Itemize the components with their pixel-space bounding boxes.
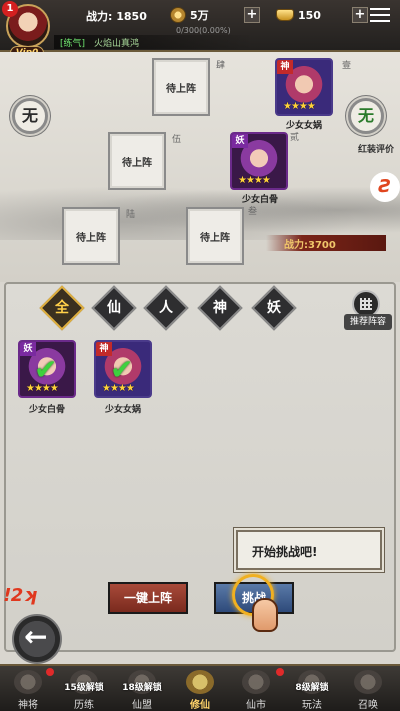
roster-hero-1[interactable]: 妖 ★★★★ ✔ — [18, 340, 76, 398]
roster-panel — [4, 282, 396, 652]
market-icon — [242, 670, 270, 694]
menu-icon — [370, 8, 390, 10]
nav-heroes-dot — [46, 668, 54, 676]
recommend-lineup-button[interactable]: 推荐阵容 — [344, 290, 392, 334]
nav-summon[interactable]: 召唤 — [340, 666, 396, 711]
filter-demon-label: 妖 — [267, 300, 281, 316]
nav-label: 修仙 — [190, 700, 210, 711]
exp-progress-text: 0/300(0.00%) — [176, 26, 231, 35]
slot-number: 陆 — [126, 210, 136, 220]
gold-resource: 150 — [276, 6, 321, 24]
side-event-icon[interactable]: Ƨ — [370, 172, 400, 202]
slot-number: 叁 — [248, 207, 258, 217]
add-coins-button[interactable]: + — [244, 7, 260, 23]
star-rating: ★★★★ — [283, 101, 316, 112]
summon-icon — [354, 670, 382, 694]
faction-tag: 妖 — [232, 134, 248, 148]
roster-hero-2[interactable]: 神 ★★★★ ✔ — [94, 340, 152, 398]
gold-ingot-icon — [276, 9, 294, 21]
formation-slot-7[interactable]: 待上阵 — [186, 207, 244, 265]
event-logo-icon[interactable]: ǃ2ʞ — [4, 585, 36, 606]
nav-label: 仙市 — [246, 700, 266, 711]
hero-name: 少女女娲 — [285, 121, 322, 131]
deployed-check-icon: ✔ — [110, 353, 134, 386]
filter-all-label: 全 — [55, 300, 69, 316]
realm-stage: [练气] — [60, 39, 86, 49]
slot-number: 壹 — [342, 61, 352, 71]
nav-market-dot — [276, 668, 284, 676]
notification-badge: 1 — [2, 1, 18, 17]
formation-power-banner: 战力:3700 — [266, 235, 386, 251]
back-button[interactable] — [12, 614, 62, 664]
auto-deploy-button[interactable]: 一键上阵 — [108, 582, 188, 614]
formation-power: 战力:3700 — [284, 240, 336, 251]
pointer-hand-icon — [252, 598, 278, 632]
red-gear-eval-label: 红装评价 — [357, 145, 394, 155]
player-power: 战力: 1850 — [86, 10, 147, 23]
realm-location: 火焰山真鸿 — [94, 39, 140, 49]
faction-tag: 神 — [277, 60, 293, 74]
nav-label: 仙盟 — [132, 700, 152, 711]
formation-slot-6[interactable]: 待上阵 — [62, 207, 120, 265]
nav-gameplay[interactable]: 8级解锁 玩法 — [284, 666, 340, 711]
nav-label: 神将 — [18, 700, 38, 711]
nav-label: 玩法 — [302, 700, 322, 711]
nav-cultivation[interactable]: 修仙 — [172, 666, 228, 711]
coin-value: 5万 — [190, 9, 209, 22]
formation-slot-4[interactable]: 待上阵 — [152, 58, 210, 116]
formation-hero-3[interactable]: 妖 ★★★★ — [230, 132, 288, 190]
deployed-check-icon: ✔ — [34, 353, 58, 386]
tutorial-dialog-text: 开始挑战吧! — [252, 545, 318, 559]
slot-number: 肆 — [216, 61, 226, 71]
nav-lock-text: 15级解锁 — [64, 683, 104, 693]
left-bonus-circle[interactable]: 无 — [12, 98, 48, 134]
nav-training[interactable]: 15级解锁 历练 — [56, 666, 112, 711]
red-gear-eval-circle[interactable]: 无 — [348, 98, 384, 134]
coin-resource: 5万 — [170, 6, 209, 24]
slot-number: 贰 — [290, 133, 300, 143]
filter-god-label: 神 — [213, 300, 227, 316]
add-gold-button[interactable]: + — [352, 7, 368, 23]
tutorial-dialog: 开始挑战吧! — [236, 530, 382, 570]
formation-slot-5[interactable]: 待上阵 — [108, 132, 166, 190]
hero-name: 少女白骨 — [241, 195, 278, 205]
menu-button[interactable] — [370, 6, 390, 24]
nav-lock-text: 18级解锁 — [122, 683, 162, 693]
crossed-swords-icon — [186, 670, 214, 694]
heroes-icon — [14, 670, 42, 694]
nav-alliance[interactable]: 18级解锁 仙盟 — [114, 666, 170, 711]
gold-value: 150 — [298, 8, 321, 22]
nav-label: 召唤 — [358, 700, 378, 711]
recommend-lineup-label: 推荐阵容 — [344, 314, 392, 330]
coin-icon — [170, 7, 186, 23]
star-rating: ★★★★ — [238, 175, 271, 186]
nav-label: 历练 — [74, 700, 94, 711]
filter-human-label: 人 — [159, 300, 173, 316]
roster-hero-name: 少女女娲 — [104, 405, 141, 415]
formation-hero-1[interactable]: 神 ★★★★ — [275, 58, 333, 116]
filter-immortal-label: 仙 — [107, 300, 121, 316]
slot-number: 伍 — [172, 135, 182, 145]
roster-hero-name: 少女白骨 — [28, 405, 65, 415]
nav-lock-text: 8级解锁 — [295, 683, 329, 693]
